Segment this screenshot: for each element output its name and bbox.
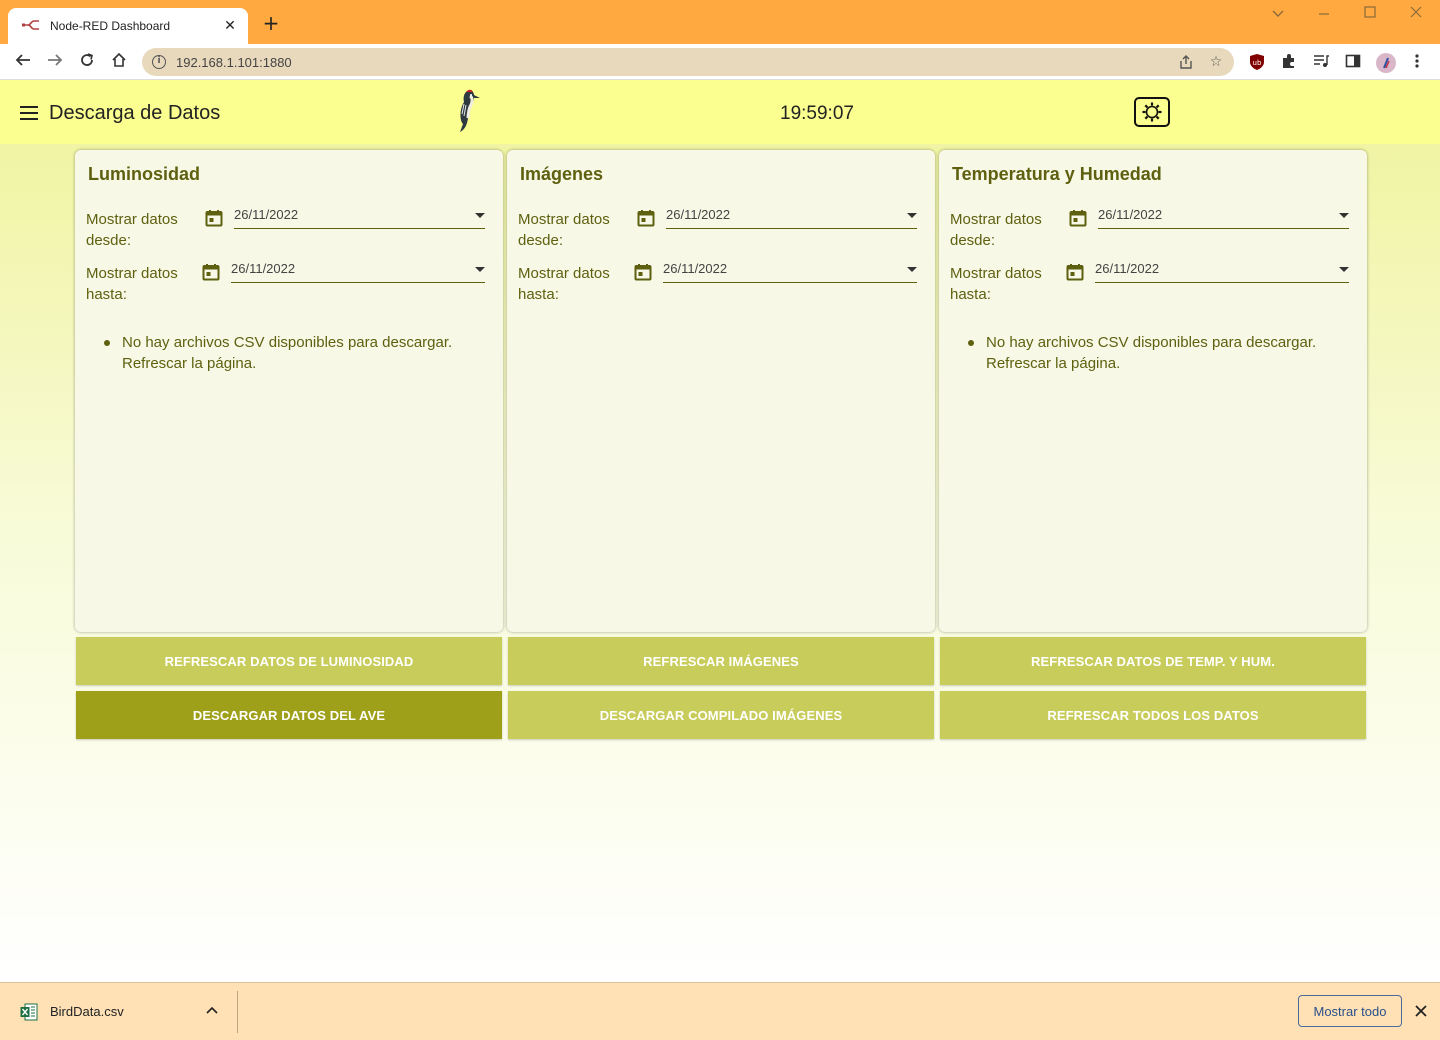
forward-arrow-icon[interactable] [44, 52, 66, 74]
close-shelf-icon[interactable] [1412, 1001, 1430, 1022]
dropdown-arrow-icon [907, 267, 917, 272]
to-label: Mostrar datos hasta: [950, 265, 1042, 303]
date-to-value: 26/11/2022 [231, 261, 296, 276]
calendar-icon[interactable] [637, 209, 655, 227]
download-bird-data-button[interactable]: DESCARGAR DATOS DEL AVE [76, 691, 502, 739]
browser-menu-icon[interactable] [1408, 53, 1426, 71]
node-red-favicon-icon [22, 19, 40, 33]
from-label: Mostrar datos desde: [518, 211, 610, 249]
settings-button[interactable] [1134, 97, 1170, 127]
maximize-icon[interactable] [1360, 6, 1380, 26]
refresh-temp-hum-button[interactable]: REFRESCAR DATOS DE TEMP. Y HUM. [940, 637, 1366, 685]
from-label: Mostrar datos desde: [86, 211, 178, 249]
empty-message: No hay archivos CSV disponibles para des… [104, 332, 482, 374]
reload-icon[interactable] [76, 52, 98, 74]
to-label: Mostrar datos hasta: [86, 265, 178, 303]
url-text: 192.168.1.101:1880 [176, 54, 292, 70]
dashboard: Descarga de Datos 19:59:07 Luminosidad M… [0, 80, 1440, 982]
tab-title: Node-RED Dashboard [50, 19, 171, 33]
calendar-icon[interactable] [202, 263, 220, 281]
date-from-value: 26/11/2022 [666, 207, 731, 222]
download-shelf: BirdData.csv Mostrar todo [0, 982, 1440, 1040]
chevron-up-icon[interactable] [206, 1003, 218, 1017]
new-tab-button[interactable]: + [260, 12, 282, 34]
date-to-picker[interactable]: 26/11/2022 [231, 261, 485, 283]
empty-message: No hay archivos CSV disponibles para des… [968, 332, 1346, 374]
home-icon[interactable] [108, 52, 130, 74]
svg-text:ub: ub [1253, 59, 1262, 67]
dashboard-toolbar: Descarga de Datos 19:59:07 [0, 80, 1440, 144]
date-from-picker[interactable]: 26/11/2022 [234, 207, 485, 229]
side-panel-icon[interactable] [1344, 53, 1362, 71]
card-temperatura-humedad: Temperatura y Humedad Mostrar datos desd… [939, 150, 1367, 632]
list-bullet [104, 340, 110, 346]
page-title: Descarga de Datos [49, 102, 221, 124]
to-label: Mostrar datos hasta: [518, 265, 610, 303]
dropdown-arrow-icon [907, 213, 917, 218]
from-label: Mostrar datos desde: [950, 211, 1042, 249]
media-queue-icon[interactable] [1312, 53, 1330, 71]
date-from-value: 26/11/2022 [1098, 207, 1163, 222]
date-to-picker[interactable]: 26/11/2022 [1095, 261, 1349, 283]
divider [237, 991, 238, 1033]
dropdown-arrow-icon [1339, 267, 1349, 272]
menu-icon[interactable] [20, 106, 38, 120]
card-imagenes: Imágenes Mostrar datos desde: 26/11/2022… [507, 150, 935, 632]
show-all-button[interactable]: Mostrar todo [1298, 995, 1402, 1027]
empty-message-text: No hay archivos CSV disponibles para des… [986, 334, 1317, 372]
excel-file-icon [20, 1003, 38, 1021]
url-input[interactable]: i 192.168.1.101:1880 ☆ [142, 48, 1234, 76]
tab-close-icon[interactable]: ✕ [222, 18, 238, 34]
profile-avatar[interactable] [1376, 53, 1396, 73]
dropdown-arrow-icon [1339, 213, 1349, 218]
refresh-luminosity-button[interactable]: REFRESCAR DATOS DE LUMINOSIDAD [76, 637, 502, 685]
card-title: Temperatura y Humedad [952, 164, 1162, 184]
card-luminosidad: Luminosidad Mostrar datos desde: 26/11/2… [75, 150, 503, 632]
calendar-icon[interactable] [1066, 263, 1084, 281]
calendar-icon[interactable] [1069, 209, 1087, 227]
close-window-icon[interactable] [1406, 6, 1426, 26]
gear-icon [1142, 102, 1162, 122]
empty-message-text: No hay archivos CSV disponibles para des… [122, 334, 453, 372]
calendar-icon[interactable] [634, 263, 652, 281]
dropdown-arrow-icon [475, 267, 485, 272]
bookmark-star-icon[interactable]: ☆ [1208, 54, 1224, 70]
tab-search-icon[interactable] [1268, 6, 1288, 26]
browser-address-bar: i 192.168.1.101:1880 ☆ ub [0, 44, 1440, 80]
clock-display: 19:59:07 [780, 103, 854, 124]
browser-tab[interactable]: Node-RED Dashboard ✕ [8, 8, 248, 44]
minimize-icon[interactable] [1314, 6, 1334, 26]
date-from-picker[interactable]: 26/11/2022 [1098, 207, 1349, 229]
ublock-icon[interactable]: ub [1248, 53, 1266, 71]
date-to-value: 26/11/2022 [1095, 261, 1160, 276]
date-from-value: 26/11/2022 [234, 207, 299, 222]
back-arrow-icon[interactable] [12, 52, 34, 74]
dropdown-arrow-icon [475, 213, 485, 218]
woodpecker-logo [454, 88, 482, 134]
date-from-picker[interactable]: 26/11/2022 [666, 207, 917, 229]
share-icon[interactable] [1178, 54, 1194, 70]
calendar-icon[interactable] [205, 209, 223, 227]
date-to-value: 26/11/2022 [663, 261, 728, 276]
download-file-name[interactable]: BirdData.csv [50, 1004, 124, 1019]
card-title: Luminosidad [88, 164, 200, 184]
list-bullet [968, 340, 974, 346]
site-info-icon[interactable]: i [152, 55, 166, 69]
date-to-picker[interactable]: 26/11/2022 [663, 261, 917, 283]
refresh-images-button[interactable]: REFRESCAR IMÁGENES [508, 637, 934, 685]
extensions-puzzle-icon[interactable] [1280, 53, 1298, 71]
refresh-all-button[interactable]: REFRESCAR TODOS LOS DATOS [940, 691, 1366, 739]
browser-tab-bar: Node-RED Dashboard ✕ + [0, 0, 1440, 44]
card-title: Imágenes [520, 164, 604, 184]
download-images-button[interactable]: DESCARGAR COMPILADO IMÁGENES [508, 691, 934, 739]
